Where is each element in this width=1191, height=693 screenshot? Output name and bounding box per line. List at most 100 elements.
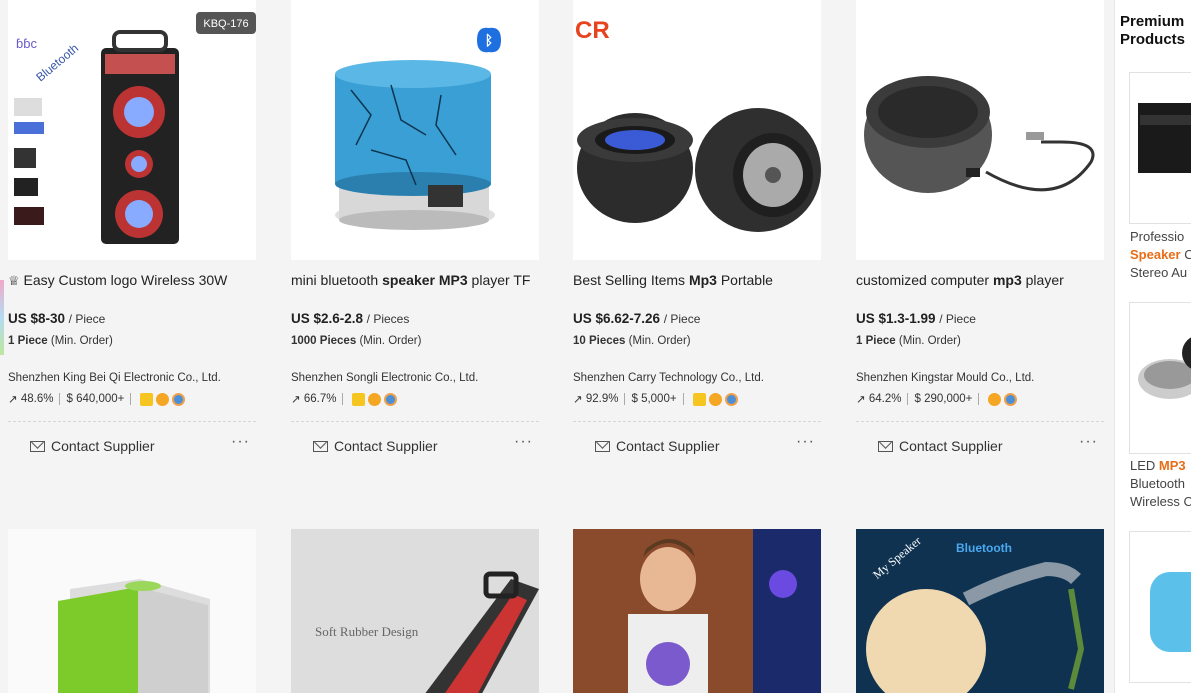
- scroll-indicator: [0, 280, 4, 355]
- product-price: US $8-30 / Piece: [8, 311, 105, 326]
- min-order-qty: 1 Piece: [8, 335, 48, 347]
- price-value: US $2.6-2.8: [291, 311, 364, 326]
- card-divider: [856, 421, 1104, 422]
- title-line: Wireless C: [1130, 494, 1191, 509]
- title-keyword: Speaker: [1130, 247, 1181, 262]
- model-tag: KBQ-176: [203, 18, 248, 30]
- product-title[interactable]: mini bluetooth speaker MP3 player TF: [291, 272, 541, 288]
- divider: [624, 393, 626, 405]
- mail-icon: [30, 440, 45, 452]
- more-options-button[interactable]: ···: [231, 433, 250, 451]
- product-price: US $6.62-7.26 / Piece: [573, 311, 700, 326]
- title-text: Easy Custom logo Wireless 30W: [23, 272, 228, 288]
- price-value: US $1.3-1.99: [856, 311, 936, 326]
- premium-product-title[interactable]: LED MP3 Bluetooth Wireless C: [1130, 457, 1191, 511]
- contact-supplier-button[interactable]: Contact Supplier: [30, 438, 155, 454]
- title-line: Speaker C: [1130, 246, 1191, 264]
- divider: [342, 393, 344, 405]
- title-text: mini bluetooth: [291, 272, 383, 288]
- product-image-tire-speaker[interactable]: CR: [573, 0, 821, 260]
- gold-supplier-icon[interactable]: [140, 392, 154, 406]
- contact-supplier-button[interactable]: Contact Supplier: [878, 438, 1003, 454]
- verified-icon[interactable]: [724, 392, 738, 406]
- supplier-stats: ↗ 66.7%: [291, 390, 398, 408]
- supplier-name[interactable]: Shenzhen Songli Electronic Co., Ltd.: [291, 372, 478, 384]
- verified-icon[interactable]: [1004, 392, 1018, 406]
- revenue: 5,000+: [641, 393, 677, 405]
- supplier-stats: ↗ 92.9% $ 5,000+: [573, 390, 738, 408]
- verified-icon[interactable]: [172, 392, 186, 406]
- response-rate-icon: ↗: [8, 394, 18, 406]
- more-options-button[interactable]: ···: [514, 433, 533, 451]
- product-price: US $2.6-2.8 / Pieces: [291, 311, 409, 326]
- response-rate: 92.9%: [585, 393, 619, 405]
- premium-product-image[interactable]: [1129, 531, 1191, 683]
- gold-supplier-icon[interactable]: [352, 392, 366, 406]
- product-image-mini-speaker[interactable]: ᛒ: [291, 0, 539, 260]
- title-keyword: speaker MP3: [382, 272, 468, 288]
- revenue: 640,000+: [76, 393, 125, 405]
- gold-supplier-icon[interactable]: [692, 392, 706, 406]
- trade-assurance-icon[interactable]: [988, 392, 1002, 406]
- price-unit: / Piece: [939, 312, 976, 326]
- premium-product-title[interactable]: Professio Speaker C Stereo Au: [1130, 228, 1191, 282]
- product-image-crystal-speaker[interactable]: [573, 529, 821, 693]
- min-order-label: (Min. Order): [628, 335, 691, 347]
- min-order: 10 Pieces (Min. Order): [573, 335, 691, 347]
- title-line: Bluetooth: [1130, 476, 1185, 491]
- product-card[interactable]: customized computer mp3 player US $1.3-1…: [856, 0, 1104, 470]
- mail-icon: [313, 440, 328, 452]
- min-order-qty: 10 Pieces: [573, 335, 626, 347]
- title-text: Portable: [716, 272, 773, 288]
- product-card[interactable]: CR Best Selling Items Mp3 Portable US $6…: [573, 0, 821, 470]
- contact-supplier-button[interactable]: Contact Supplier: [595, 438, 720, 454]
- revenue: 290,000+: [924, 393, 973, 405]
- image-label: Bluetooth: [956, 541, 1012, 555]
- verified-icon[interactable]: [384, 392, 398, 406]
- trade-assurance-icon[interactable]: [368, 392, 382, 406]
- product-image-speaker-tower[interactable]: KBQ-176 ɓɓc Bluetooth: [8, 0, 256, 260]
- min-order-qty: 1 Piece: [856, 335, 896, 347]
- divider: [907, 393, 909, 405]
- product-card[interactable]: KBQ-176 ɓɓc Bluetooth ♕ Easy Custom logo…: [8, 0, 256, 470]
- product-title[interactable]: Best Selling Items Mp3 Portable: [573, 272, 823, 288]
- price-value: US $6.62-7.26: [573, 311, 661, 326]
- premium-product-image[interactable]: [1129, 72, 1191, 224]
- trade-assurance-icon[interactable]: [708, 392, 722, 406]
- title-keyword: mp3: [992, 272, 1022, 288]
- crown-icon: ♕: [8, 273, 20, 288]
- dollar-icon: $: [914, 393, 921, 405]
- card-divider: [8, 421, 256, 422]
- min-order: 1000 Pieces (Min. Order): [291, 335, 421, 347]
- trade-assurance-icon[interactable]: [156, 392, 170, 406]
- supplier-name[interactable]: Shenzhen King Bei Qi Electronic Co., Ltd…: [8, 372, 221, 384]
- supplier-stats: ↗ 64.2% $ 290,000+: [856, 390, 1018, 408]
- contact-supplier-button[interactable]: Contact Supplier: [313, 438, 438, 454]
- contact-label: Contact Supplier: [51, 438, 155, 454]
- premium-product-image[interactable]: [1129, 302, 1191, 454]
- product-image-cube-speaker[interactable]: [8, 529, 256, 693]
- more-options-button[interactable]: ···: [1079, 433, 1098, 451]
- title-text: C: [1181, 247, 1191, 262]
- product-image-capsule-speaker[interactable]: [856, 0, 1104, 260]
- contact-label: Contact Supplier: [616, 438, 720, 454]
- min-order: 1 Piece (Min. Order): [8, 335, 113, 347]
- price-unit: / Piece: [68, 312, 106, 326]
- supplier-name[interactable]: Shenzhen Carry Technology Co., Ltd.: [573, 372, 764, 384]
- supplier-stats: ↗ 48.6% $ 640,000+: [8, 390, 186, 408]
- more-options-button[interactable]: ···: [796, 433, 815, 451]
- brand-logo: CR: [575, 17, 610, 44]
- mail-icon: [595, 440, 610, 452]
- product-image-humidifier-speaker[interactable]: My Speaker Bluetooth: [856, 529, 1104, 693]
- product-title[interactable]: ♕ Easy Custom logo Wireless 30W: [8, 272, 258, 289]
- response-rate: 64.2%: [868, 393, 902, 405]
- product-price: US $1.3-1.99 / Piece: [856, 311, 976, 326]
- product-image-rubber-speaker[interactable]: Soft Rubber Design: [291, 529, 539, 693]
- title-text: LED: [1130, 458, 1159, 473]
- supplier-name[interactable]: Shenzhen Kingstar Mould Co., Ltd.: [856, 372, 1034, 384]
- bluetooth-icon: ᛒ: [485, 33, 493, 49]
- divider: [682, 393, 684, 405]
- product-title[interactable]: customized computer mp3 player: [856, 272, 1106, 288]
- product-card[interactable]: ᛒ mini bluetooth speaker MP3 player TF U…: [291, 0, 539, 470]
- divider: [130, 393, 132, 405]
